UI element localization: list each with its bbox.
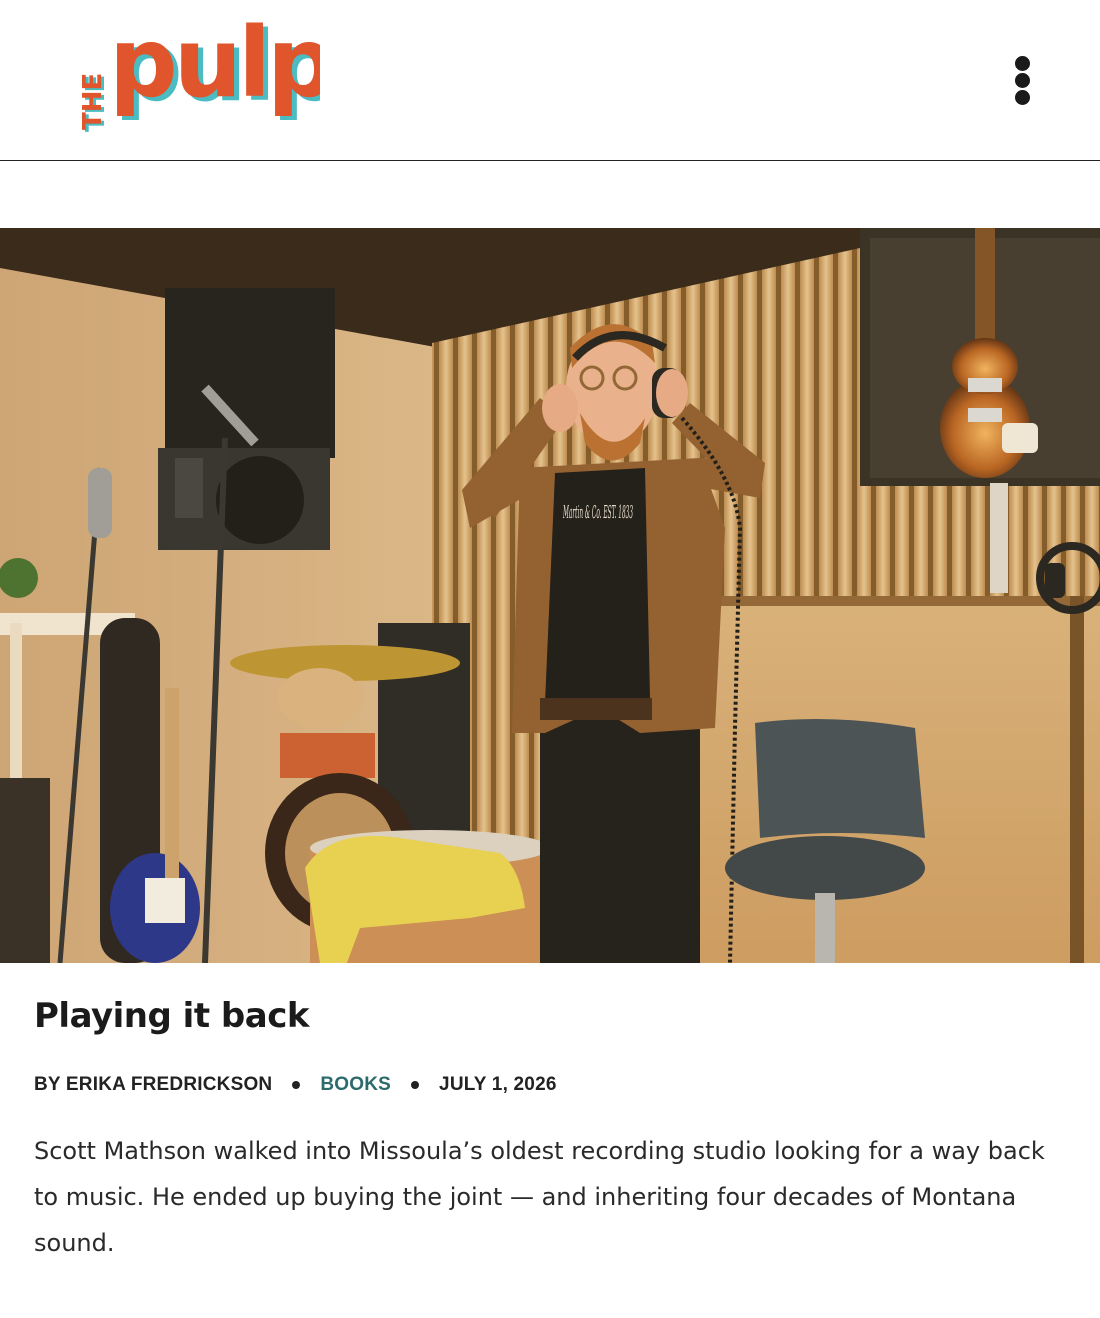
article-meta: BY ERIKA FREDRICKSON BOOKS JULY 1, 2026 [34, 1074, 557, 1096]
site-logo[interactable]: THE THE pulp pulp [70, 7, 341, 137]
featured-image[interactable]: Martin & Co. EST. 1833 [0, 228, 1100, 963]
separator-dot-icon [292, 1081, 301, 1089]
logo-main-text: pulp [109, 22, 320, 119]
logo-small-text: THE [78, 73, 108, 130]
separator-dot-icon [411, 1081, 420, 1089]
pulp-logo-icon: THE THE pulp pulp [78, 7, 341, 132]
category-link[interactable]: BOOKS [320, 1074, 391, 1096]
vertical-ellipsis-icon[interactable] [1003, 52, 1043, 108]
article-excerpt: Scott Mathson walked into Missoula’s old… [34, 1137, 1045, 1257]
studio-photo: Martin & Co. EST. 1833 [0, 228, 1100, 963]
publish-date: JULY 1, 2026 [439, 1074, 557, 1095]
site-header: THE THE pulp pulp [0, 0, 1100, 161]
byline[interactable]: BY ERIKA FREDRICKSON [34, 1074, 272, 1096]
article-title[interactable]: Playing it back [34, 996, 309, 1036]
